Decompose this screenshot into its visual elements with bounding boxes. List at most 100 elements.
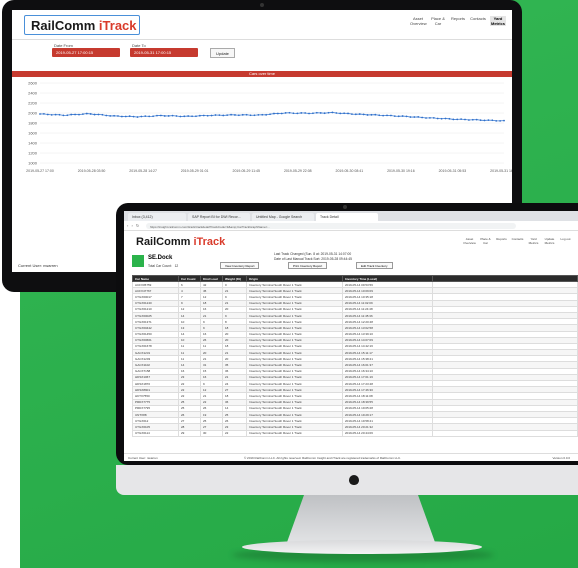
total-car-count: Total Car Count: 12 — [148, 264, 179, 268]
front-app-logo[interactable]: RailComm iTrack — [136, 236, 225, 248]
data-point — [370, 113, 373, 116]
last-track-changed: Last Track Changed (Sun. 8 at: 2019-05-3… — [274, 252, 352, 256]
current-user-status: Current User: nwarren — [18, 263, 58, 268]
monitor-chin — [116, 465, 578, 495]
tab-google-search[interactable]: Untitled Map - Google Search — [252, 213, 314, 221]
print-inventory-button[interactable]: Print Inventory Report — [288, 262, 328, 269]
data-point — [101, 113, 104, 116]
data-point — [89, 113, 92, 115]
data-point — [78, 113, 80, 116]
data-point — [374, 113, 377, 116]
data-point — [117, 115, 119, 117]
data-point — [273, 112, 275, 115]
data-point — [81, 113, 84, 116]
nav-contacts[interactable]: Contacts — [470, 16, 486, 26]
nav-place-car[interactable]: Place & Car — [430, 16, 446, 26]
browser-toolbar: ‹ › ↻ https://insight.railcomm.com/itrac… — [124, 221, 578, 231]
data-point — [187, 115, 190, 117]
y-tick-label: 2200 — [28, 101, 38, 106]
data-point — [136, 116, 139, 118]
series-line — [39, 112, 505, 122]
data-point — [312, 112, 314, 115]
nav-yard-metrics[interactable]: Yard Metrics — [527, 237, 540, 245]
table-row[interactable]: UTGX6114 29 30 22 Inventory Terminal South R… — [132, 429, 578, 437]
y-tick-label: 2600 — [28, 81, 38, 86]
nav-reports[interactable]: Reports — [495, 237, 508, 245]
data-point — [503, 119, 505, 122]
data-point — [85, 112, 88, 115]
inventory-table: Car Name Car Count Kind Load Weight (Dt)… — [132, 275, 578, 437]
tab-sap-report[interactable]: SAP Report BI for DWI Recor... — [188, 213, 250, 221]
data-point — [397, 115, 400, 118]
tab-track-detail[interactable]: Track Detail — [316, 213, 378, 221]
main-nav: Asset Overview Place & Car Reports Conta… — [410, 16, 506, 26]
y-tick-label: 1200 — [28, 151, 38, 156]
app-logo[interactable]: RailComm iTrack — [24, 15, 140, 35]
nav-asset-overview[interactable]: Asset Overview — [463, 237, 476, 245]
data-point — [429, 116, 431, 119]
nav-update-metrics[interactable]: Update Metrics — [543, 237, 556, 245]
data-point — [390, 114, 392, 117]
nav-asset-overview[interactable]: Asset Overview — [410, 16, 427, 26]
date-from-input[interactable]: 2019-05-27 17:00:15 — [52, 48, 120, 57]
data-point — [436, 117, 439, 120]
data-point — [191, 115, 193, 118]
back-forward-icon[interactable]: ‹ › ↻ — [127, 223, 140, 228]
data-point — [483, 119, 486, 122]
data-point — [253, 114, 256, 117]
update-button[interactable]: Update — [210, 48, 235, 58]
data-point — [276, 112, 279, 115]
data-point — [280, 112, 283, 115]
x-tick-label: 2019-05-31 16:27 — [490, 169, 512, 173]
data-point — [58, 113, 61, 116]
data-point — [308, 112, 310, 115]
data-point — [148, 115, 151, 118]
track-status-indicator — [132, 255, 144, 267]
data-point — [448, 117, 451, 120]
view-inventory-button[interactable]: View Inventory Report — [220, 262, 260, 269]
data-point — [179, 115, 182, 118]
data-point — [440, 117, 443, 120]
data-point — [495, 119, 498, 122]
data-point — [456, 118, 459, 121]
data-point — [214, 114, 217, 116]
app-header: RailComm iTrack Asset Overview Place & C… — [12, 10, 512, 40]
y-tick-label: 1600 — [28, 131, 38, 136]
data-point — [183, 115, 186, 118]
x-tick-label: 2019-05-30 19:16 — [387, 169, 415, 173]
data-point — [460, 118, 463, 121]
data-point — [226, 114, 229, 116]
data-point — [487, 119, 490, 122]
chart-title: Cars over time — [12, 71, 512, 77]
data-point — [331, 111, 334, 114]
data-point — [140, 115, 143, 118]
data-point — [202, 114, 205, 117]
data-point — [386, 114, 388, 117]
y-tick-label: 2000 — [28, 111, 38, 116]
data-point — [198, 114, 201, 117]
data-point — [237, 114, 240, 117]
nav-contacts[interactable]: Contacts — [511, 237, 524, 245]
nav-yard-metrics[interactable]: Yard Metrics — [490, 16, 506, 26]
data-point — [113, 114, 115, 117]
x-tick-label: 2019-05-27 17:00 — [26, 169, 54, 173]
address-bar[interactable]: https://insight.railcomm.com/itrack/trac… — [146, 223, 516, 229]
nav-log-out[interactable]: Log out — [559, 237, 572, 245]
data-point — [159, 114, 162, 117]
date-to-input[interactable]: 2019-05-31 17:00:15 — [130, 48, 198, 57]
cars-over-time-chart: 2600 2400 2200 2000 1800 1600 1400 1200 1000 2019… — [26, 81, 512, 174]
data-point — [409, 116, 412, 118]
monitor-stand — [286, 495, 436, 545]
data-point — [66, 114, 69, 117]
edit-inventory-button[interactable]: Edit Track Inventory — [356, 262, 393, 269]
data-point — [132, 115, 135, 118]
data-point — [382, 114, 385, 117]
last-manual-sort: Date of Last Manual Track Sort: 2019-05-… — [274, 257, 352, 261]
data-point — [245, 113, 248, 116]
data-point — [234, 114, 236, 116]
data-point — [378, 114, 381, 117]
x-tick-label: 2019-05-28 03:50 — [78, 169, 106, 173]
nav-reports[interactable]: Reports — [450, 16, 466, 26]
nav-place-car[interactable]: Place & Car — [479, 237, 492, 245]
tab-inbox[interactable]: Inbox (3,412) — [128, 213, 186, 221]
